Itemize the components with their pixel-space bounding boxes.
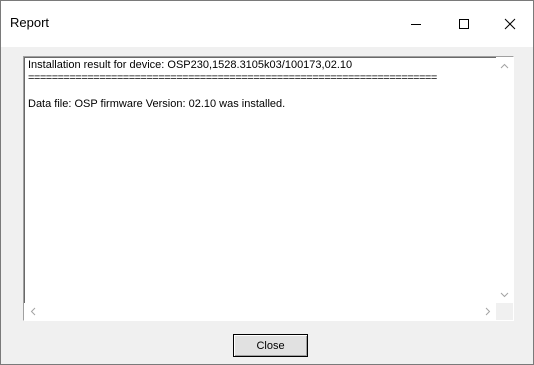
close-button[interactable]: Close: [233, 334, 308, 357]
chevron-left-icon: [30, 307, 35, 316]
horizontal-scrollbar[interactable]: [24, 303, 496, 320]
vertical-scrollbar[interactable]: [496, 57, 513, 303]
minimize-button[interactable]: [393, 1, 439, 47]
scrollbar-corner: [496, 303, 513, 320]
chevron-down-icon: [500, 292, 509, 297]
close-window-button[interactable]: [487, 1, 533, 47]
scroll-up-button[interactable]: [496, 57, 513, 74]
scroll-down-button[interactable]: [496, 286, 513, 303]
window-title: Report: [10, 15, 50, 30]
chevron-up-icon: [500, 63, 509, 68]
maximize-icon: [459, 19, 469, 29]
report-line-datafile: Data file: OSP firmware Version: 02.10 w…: [28, 98, 286, 110]
report-text: Installation result for device: OSP230,1…: [26, 59, 496, 302]
title-bar[interactable]: Report: [1, 1, 533, 47]
report-text-box[interactable]: Installation result for device: OSP230,1…: [23, 56, 514, 321]
report-line-device: Installation result for device: OSP230,1…: [28, 59, 353, 71]
chevron-right-icon: [485, 307, 490, 316]
scroll-right-button[interactable]: [479, 303, 496, 320]
scroll-left-button[interactable]: [24, 303, 41, 320]
maximize-button[interactable]: [441, 1, 487, 47]
close-icon: [504, 18, 516, 30]
report-line-separator: ========================================…: [28, 72, 437, 84]
report-window: Report Installation result for device: O…: [0, 0, 534, 365]
report-line-blank: [28, 85, 496, 98]
minimize-icon: [411, 24, 421, 25]
